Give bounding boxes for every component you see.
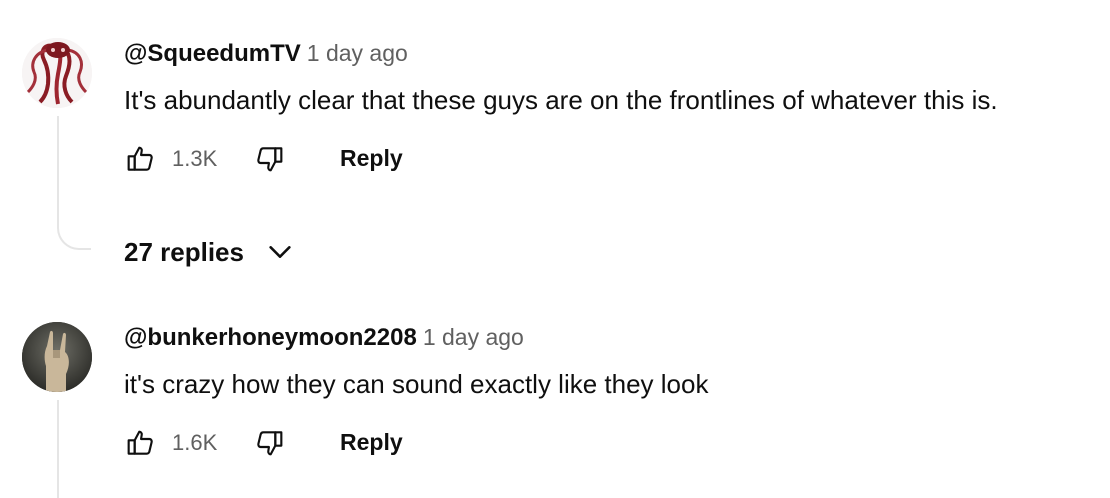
avatar[interactable]	[22, 322, 92, 392]
comment-actions: 1.3K Reply	[124, 143, 424, 183]
replies-count-label: 27 replies	[124, 236, 244, 267]
rock-hand-avatar-image	[22, 322, 92, 392]
comment-text: it's crazy how they can sound exactly li…	[124, 369, 709, 399]
comment-thread: @bunkerhoneymoon2208 1 day ago it's crazy…	[0, 280, 1110, 498]
comment-author[interactable]: @SqueedumTV	[124, 40, 301, 67]
thread-line	[57, 400, 91, 498]
comment-header: @SqueedumTV 1 day ago	[124, 40, 408, 68]
thumbs-down-icon[interactable]	[254, 143, 286, 175]
comment-header: @bunkerhoneymoon2208 1 day ago	[124, 324, 524, 352]
chevron-down-icon	[269, 246, 291, 258]
thumbs-up-icon[interactable]	[124, 427, 156, 459]
reply-button[interactable]: Reply	[340, 429, 403, 456]
comment-time[interactable]: 1 day ago	[307, 40, 408, 66]
comment-thread: @SqueedumTV 1 day ago It's abundantly cle…	[0, 0, 1110, 280]
squid-avatar-image	[22, 38, 92, 108]
like-count: 1.3K	[172, 146, 218, 171]
comment-actions: 1.6K Reply	[124, 427, 424, 467]
comment-time[interactable]: 1 day ago	[423, 324, 524, 350]
comment-text: It's abundantly clear that these guys ar…	[124, 85, 998, 115]
view-replies-button[interactable]: 27 replies	[124, 234, 294, 270]
like-count: 1.6K	[172, 430, 218, 455]
avatar[interactable]	[22, 38, 92, 108]
thumbs-up-icon[interactable]	[124, 143, 156, 175]
thread-curve	[57, 226, 91, 250]
comment-author[interactable]: @bunkerhoneymoon2208	[124, 324, 417, 351]
thread-line	[57, 116, 91, 226]
thumbs-down-icon[interactable]	[254, 427, 286, 459]
reply-button[interactable]: Reply	[340, 145, 403, 172]
